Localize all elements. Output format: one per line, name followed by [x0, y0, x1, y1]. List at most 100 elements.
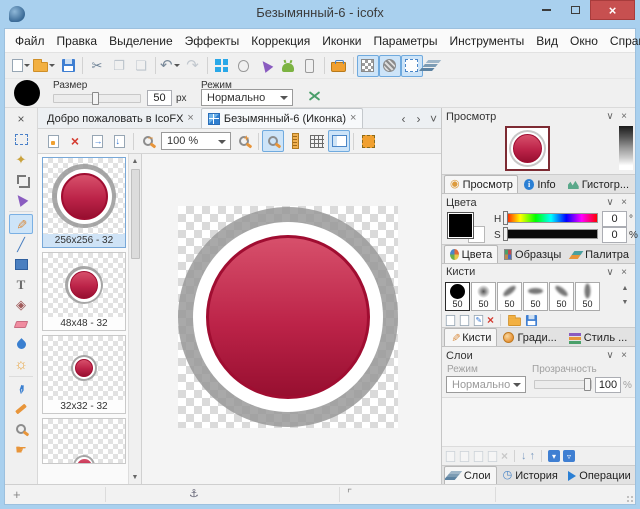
- tool-magic-wand[interactable]: ✦: [9, 149, 33, 169]
- windows-format-button[interactable]: [211, 55, 233, 77]
- brush-item[interactable]: 50: [523, 282, 548, 311]
- tab-document[interactable]: Безымянный-6 (Иконка) ×: [201, 108, 364, 128]
- android-format-button[interactable]: [277, 55, 299, 77]
- menu-parameters[interactable]: Параметры: [368, 32, 444, 50]
- menu-window[interactable]: Окно: [564, 32, 604, 50]
- panel-collapse-button[interactable]: ∨: [603, 265, 617, 279]
- resize-grip[interactable]: [625, 494, 634, 503]
- import-image-button[interactable]: →: [86, 130, 108, 152]
- tool-move[interactable]: [9, 189, 33, 209]
- layers-view-button[interactable]: [423, 55, 445, 77]
- brush-item[interactable]: 50: [445, 282, 470, 311]
- tool-text[interactable]: T: [9, 274, 33, 294]
- save-brushes-button[interactable]: [526, 315, 537, 326]
- panel-close-button[interactable]: ×: [617, 349, 631, 363]
- tool-color-replacer[interactable]: ◈: [9, 294, 33, 314]
- list-item[interactable]: 256x256 - 32: [42, 157, 126, 248]
- tab-close-icon[interactable]: ×: [350, 113, 356, 124]
- close-panel-button[interactable]: ×: [9, 109, 33, 129]
- tab-style[interactable]: Стиль ...: [563, 328, 634, 346]
- brush-mode-dropdown[interactable]: Нормально: [201, 89, 293, 106]
- transparency-toggle[interactable]: [357, 55, 379, 77]
- tab-palette[interactable]: Палитра: [567, 245, 635, 263]
- zoom-tool-toggle[interactable]: [262, 130, 284, 152]
- tab-operations[interactable]: Операции: [562, 466, 635, 484]
- open-button[interactable]: [32, 55, 57, 77]
- selection-visibility-toggle[interactable]: [401, 55, 423, 77]
- zoom-level-dropdown[interactable]: 100 %: [161, 132, 231, 150]
- tool-hand[interactable]: ☛: [9, 439, 33, 459]
- panel-close-button[interactable]: ×: [617, 110, 631, 124]
- ruler-toggle[interactable]: [284, 130, 306, 152]
- edit-brush-button[interactable]: ✎: [474, 315, 483, 326]
- menu-correction[interactable]: Коррекция: [245, 32, 316, 50]
- brush-scroll-up-button[interactable]: ▲: [618, 282, 632, 296]
- tab-layers[interactable]: Слои: [444, 466, 497, 484]
- cut-button[interactable]: ✂: [86, 55, 108, 77]
- undo-button[interactable]: ↶: [159, 55, 182, 77]
- drawing-canvas[interactable]: [142, 154, 441, 484]
- brush-item[interactable]: 50: [549, 282, 574, 311]
- macos-format-button[interactable]: [233, 55, 255, 77]
- list-item[interactable]: 48x48 - 32: [42, 252, 126, 331]
- panel-close-button[interactable]: ×: [617, 265, 631, 279]
- tool-chalk[interactable]: [9, 399, 33, 419]
- tool-brush[interactable]: ✎: [9, 214, 33, 234]
- saturation-input[interactable]: [602, 227, 627, 243]
- flatten-button[interactable]: ▿: [563, 450, 575, 462]
- phone-format-button[interactable]: [299, 55, 321, 77]
- new-button[interactable]: [10, 55, 32, 77]
- tab-list-button[interactable]: ˅: [426, 110, 441, 128]
- tab-scroll-left-button[interactable]: ‹: [396, 110, 411, 128]
- grid-toggle[interactable]: [306, 130, 328, 152]
- menu-help[interactable]: Справка: [604, 32, 640, 50]
- brush-size-input[interactable]: [147, 90, 172, 106]
- export-image-button[interactable]: ↓: [108, 130, 130, 152]
- panel-collapse-button[interactable]: ∨: [603, 349, 617, 363]
- scroll-down-button[interactable]: ▼: [129, 470, 142, 484]
- tab-gradient[interactable]: Гради...: [497, 328, 562, 346]
- canvas-size-button[interactable]: [357, 130, 379, 152]
- tab-info[interactable]: iInfo: [518, 175, 562, 193]
- close-button[interactable]: ×: [590, 0, 635, 20]
- minimize-button[interactable]: [532, 0, 561, 20]
- layers-list[interactable]: [442, 397, 635, 447]
- brush-item[interactable]: 50: [471, 282, 496, 311]
- preview-pane-toggle[interactable]: [328, 130, 350, 152]
- mask-toggle[interactable]: [379, 55, 401, 77]
- new-brush-button[interactable]: [446, 315, 455, 326]
- add-image-button[interactable]: [42, 130, 64, 152]
- tab-preview[interactable]: ◉Просмотр: [444, 175, 518, 193]
- tab-colors[interactable]: Цвета: [444, 245, 498, 263]
- scrollbar-thumb[interactable]: [131, 169, 140, 259]
- tool-eraser[interactable]: [9, 314, 33, 334]
- menu-file[interactable]: Файл: [9, 32, 51, 50]
- tool-rect-select[interactable]: [9, 129, 33, 149]
- delete-image-button[interactable]: ×: [64, 130, 86, 152]
- brush-size-slider[interactable]: [53, 94, 141, 103]
- saturation-slider[interactable]: [504, 229, 598, 239]
- list-item[interactable]: 32x32 - 32: [42, 335, 126, 414]
- panel-collapse-button[interactable]: ∨: [603, 110, 617, 124]
- menu-selection[interactable]: Выделение: [103, 32, 179, 50]
- zoom-out-button[interactable]: −: [137, 130, 159, 152]
- panel-close-button[interactable]: ×: [617, 196, 631, 210]
- delete-brush-button[interactable]: ×: [487, 314, 494, 326]
- cursor-format-button[interactable]: [255, 55, 277, 77]
- brush-preview[interactable]: [14, 80, 40, 106]
- menu-view[interactable]: Вид: [530, 32, 564, 50]
- menu-effects[interactable]: Эффекты: [179, 32, 246, 50]
- save-button[interactable]: [57, 55, 79, 77]
- hue-slider-thumb[interactable]: [503, 211, 508, 225]
- antialias-toggle[interactable]: [303, 85, 325, 107]
- tool-zoom[interactable]: [9, 419, 33, 439]
- tab-scroll-right-button[interactable]: ›: [411, 110, 426, 128]
- tab-swatches[interactable]: Образцы: [498, 245, 567, 263]
- tab-close-icon[interactable]: ×: [187, 113, 193, 124]
- tool-line[interactable]: ╱: [9, 234, 33, 254]
- resource-editor-button[interactable]: [328, 55, 350, 77]
- brush-item[interactable]: 50: [497, 282, 522, 311]
- tab-history[interactable]: ◷История: [497, 466, 563, 484]
- tool-rectangle[interactable]: [9, 254, 33, 274]
- brush-item[interactable]: 50: [575, 282, 600, 311]
